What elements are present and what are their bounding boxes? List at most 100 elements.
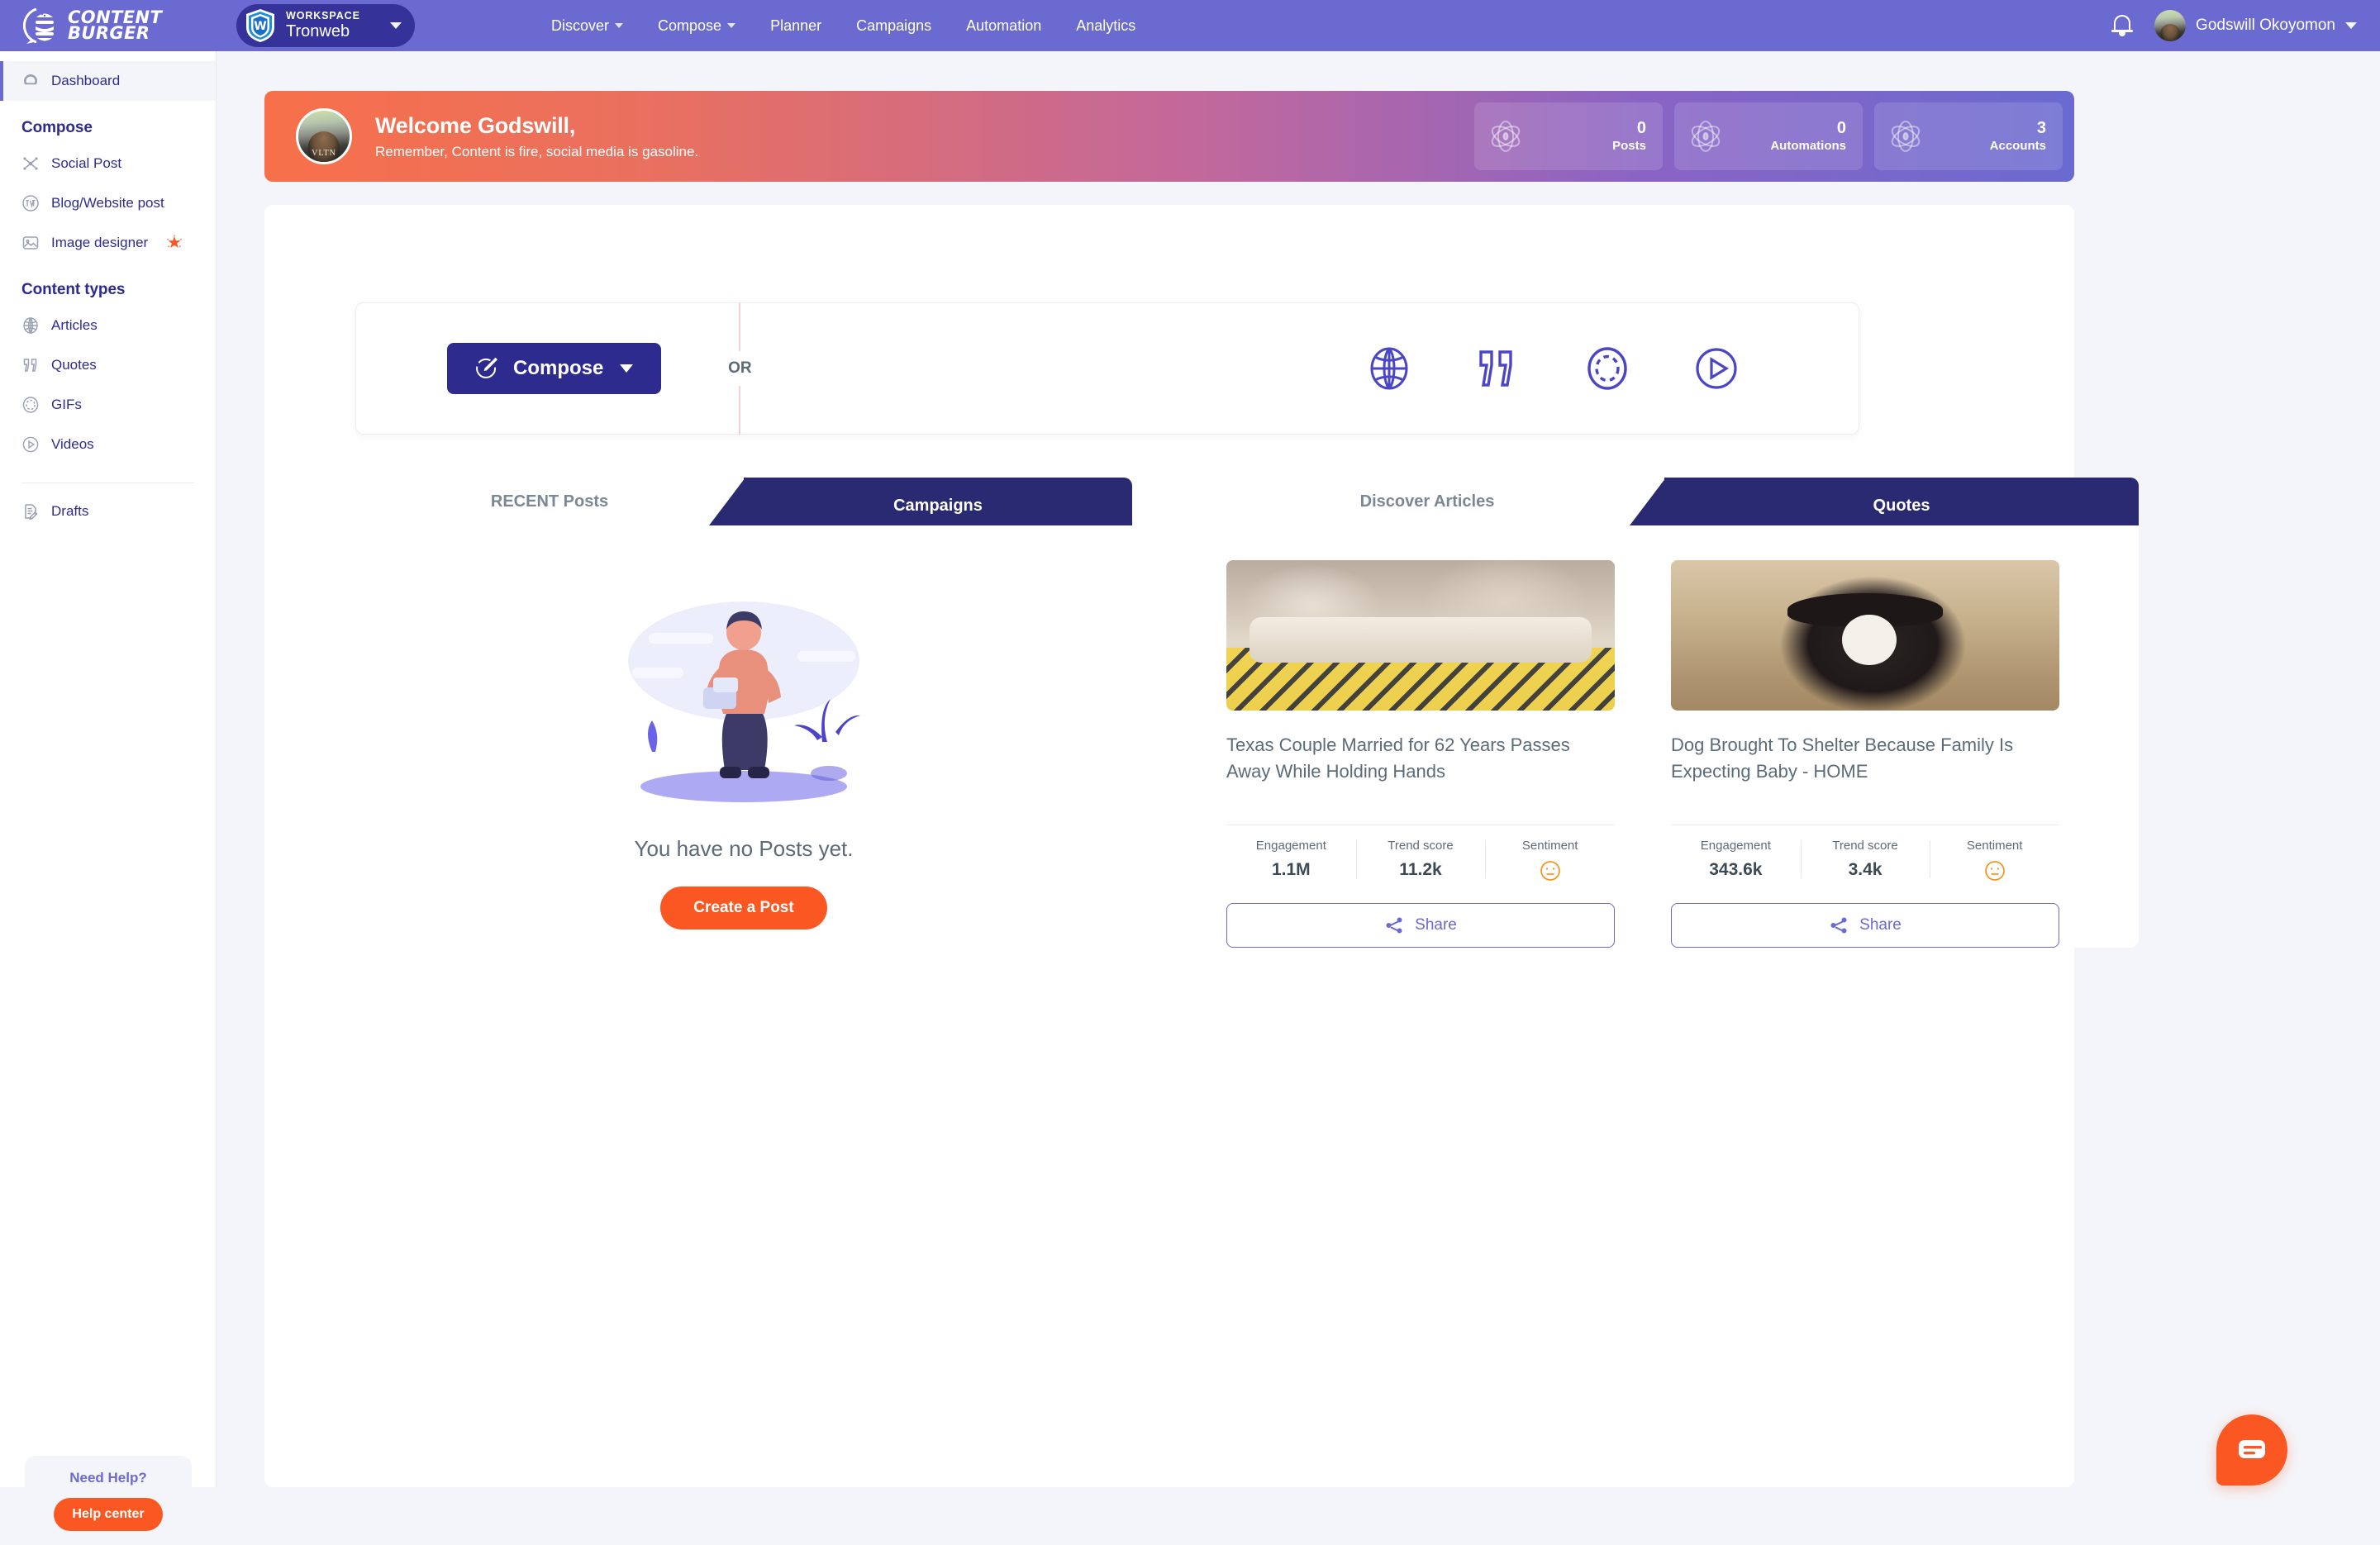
play-circle-icon[interactable] xyxy=(1693,345,1740,392)
workspace-selector[interactable]: W WORKSPACE Tronweb xyxy=(236,4,415,47)
sidebar-item-label: GIFs xyxy=(51,397,82,412)
tronweb-shield-icon: W xyxy=(245,8,276,43)
metric-label: Trend score xyxy=(1388,839,1454,853)
pencil-circle-icon xyxy=(475,356,500,381)
stat-value: 0 xyxy=(1836,119,1846,138)
empty-state: You have no Posts yet. Create a Post xyxy=(355,525,1132,988)
main-content: VLTN Welcome Godswill, Remember, Content… xyxy=(217,51,2380,1487)
sidebar-item-videos[interactable]: Videos xyxy=(0,425,216,464)
sidebar-item-gifs[interactable]: GIFs xyxy=(0,385,216,425)
stat-label: Posts xyxy=(1612,139,1646,154)
metric-label: Trend score xyxy=(1832,839,1898,853)
atom-orbit-icon xyxy=(1486,116,1526,156)
caret-down-icon xyxy=(620,364,634,373)
share-button[interactable]: Share xyxy=(1671,903,2059,948)
metric-trend-score: Trend score 11.2k xyxy=(1355,839,1486,882)
nav-item-planner[interactable]: Planner xyxy=(770,17,821,35)
brand-logo[interactable]: CONTENT BURGER xyxy=(20,7,241,45)
metric-trend-score: Trend score 3.4k xyxy=(1800,839,1930,882)
help-center-button[interactable]: Help center xyxy=(54,1498,163,1531)
nav-label: Compose xyxy=(658,17,722,34)
compose-bar: Compose OR xyxy=(355,302,1859,435)
nav-item-analytics[interactable]: Analytics xyxy=(1076,17,1135,35)
content-sheet: Compose OR RECENT Posts Campaigns You ha… xyxy=(264,205,2139,1487)
sidebar-item-social-post[interactable]: Social Post xyxy=(0,144,216,183)
quote-marks-icon[interactable] xyxy=(1475,345,1521,392)
stat-label: Accounts xyxy=(1989,139,2046,154)
globe-icon[interactable] xyxy=(1366,345,1412,392)
stat-cards: 0 Posts 0 Automations 3 Accounts xyxy=(1474,102,2063,170)
sidebar-item-dashboard[interactable]: Dashboard xyxy=(0,61,216,101)
empty-state-illustration xyxy=(550,562,938,818)
article-card[interactable]: Texas Couple Married for 62 Years Passes… xyxy=(1226,560,1615,948)
metric-label: Sentiment xyxy=(1966,839,2023,853)
stat-card-automations[interactable]: 0 Automations xyxy=(1674,102,1863,170)
sidebar-item-label: Image designer xyxy=(51,235,149,250)
welcome-greeting: Welcome Godswill, xyxy=(375,112,576,138)
user-name: Godswill Okoyomon xyxy=(2196,17,2335,34)
welcome-banner: VLTN Welcome Godswill, Remember, Content… xyxy=(264,91,2074,182)
article-card[interactable]: Dog Brought To Shelter Because Family Is… xyxy=(1671,560,2059,948)
metric-sentiment: Sentiment xyxy=(1930,839,2059,882)
avatar-caption: VLTN xyxy=(312,149,336,158)
nav-item-automation[interactable]: Automation xyxy=(966,17,1041,35)
tab-quotes[interactable]: Quotes xyxy=(1664,478,2139,525)
share-button-label: Share xyxy=(1859,916,1902,934)
metric-engagement: Engagement 343.6k xyxy=(1671,839,1801,882)
sidebar-item-articles[interactable]: Articles xyxy=(0,306,216,345)
welcome-tagline: Remember, Content is fire, social media … xyxy=(375,143,699,159)
topbar-right-group: Godswill Okoyomon xyxy=(2111,10,2357,41)
nav-item-campaigns[interactable]: Campaigns xyxy=(856,17,931,35)
workspace-kicker: WORKSPACE xyxy=(286,10,360,22)
share-node-icon xyxy=(1384,915,1404,935)
sidebar-item-drafts[interactable]: Drafts xyxy=(0,492,216,531)
metric-value: 11.2k xyxy=(1399,860,1442,879)
left-sidebar: Dashboard Compose Social Post Blog/Websi… xyxy=(0,51,217,1545)
share-button[interactable]: Share xyxy=(1226,903,1615,948)
sidebar-item-image-designer[interactable]: Image designer xyxy=(0,223,216,263)
notification-bell-icon[interactable] xyxy=(2111,13,2134,38)
wordpress-icon xyxy=(21,194,40,212)
atom-orbit-icon xyxy=(1686,116,1726,156)
tab-campaigns[interactable]: Campaigns xyxy=(744,478,1132,525)
sidebar-item-label: Blog/Website post xyxy=(51,195,164,211)
chat-widget-button[interactable] xyxy=(2216,1414,2287,1486)
sidebar-item-blog-post[interactable]: Blog/Website post xyxy=(0,183,216,223)
empty-state-message: You have no Posts yet. xyxy=(634,836,854,861)
metric-label: Engagement xyxy=(1255,839,1326,853)
compose-button[interactable]: Compose xyxy=(447,343,662,394)
sidebar-item-label: Articles xyxy=(51,317,98,333)
stat-value: 3 xyxy=(2036,119,2046,138)
quote-marks-icon xyxy=(21,356,40,374)
stat-value: 0 xyxy=(1636,119,1646,138)
tab-recent-posts[interactable]: RECENT Posts xyxy=(355,478,744,525)
metric-value: 343.6k xyxy=(1709,860,1763,879)
sidebar-item-quotes[interactable]: Quotes xyxy=(0,345,216,385)
stat-card-posts[interactable]: 0 Posts xyxy=(1474,102,1663,170)
burger-logo-icon xyxy=(20,7,63,45)
brand-line-2: BURGER xyxy=(68,23,150,43)
nav-item-compose[interactable]: Compose xyxy=(658,17,736,35)
sidebar-item-label: Drafts xyxy=(51,503,89,519)
metric-label: Sentiment xyxy=(1521,839,1578,853)
stat-card-accounts[interactable]: 3 Accounts xyxy=(1874,102,2063,170)
metric-label: Engagement xyxy=(1700,839,1771,853)
nav-item-discover[interactable]: Discover xyxy=(551,17,624,35)
neutral-face-icon xyxy=(1540,860,1561,882)
share-button-label: Share xyxy=(1415,916,1457,934)
tab-discover-articles[interactable]: Discover Articles xyxy=(1190,478,1664,525)
article-metrics: Engagement 1.1M Trend score 11.2k Sentim… xyxy=(1226,839,1615,882)
help-card: Need Help? Help center xyxy=(25,1456,192,1545)
quick-actions xyxy=(1366,345,1740,392)
neutral-face-icon xyxy=(1984,860,2006,882)
right-panel-tabs: Discover Articles Quotes xyxy=(1190,478,2139,525)
document-pencil-icon xyxy=(21,502,40,521)
dashed-circle-icon[interactable] xyxy=(1584,345,1630,392)
article-thumbnail xyxy=(1671,560,2059,711)
sidebar-heading-compose: Compose xyxy=(21,119,93,136)
main-nav: Discover Compose Planner Campaigns Autom… xyxy=(551,17,1135,35)
dashboard-gauge-icon xyxy=(21,72,40,90)
discover-articles-panel: Discover Articles Quotes Texas Couple Ma… xyxy=(1190,478,2139,948)
create-post-button[interactable]: Create a Post xyxy=(660,887,827,929)
user-menu[interactable]: Godswill Okoyomon xyxy=(2154,10,2357,41)
